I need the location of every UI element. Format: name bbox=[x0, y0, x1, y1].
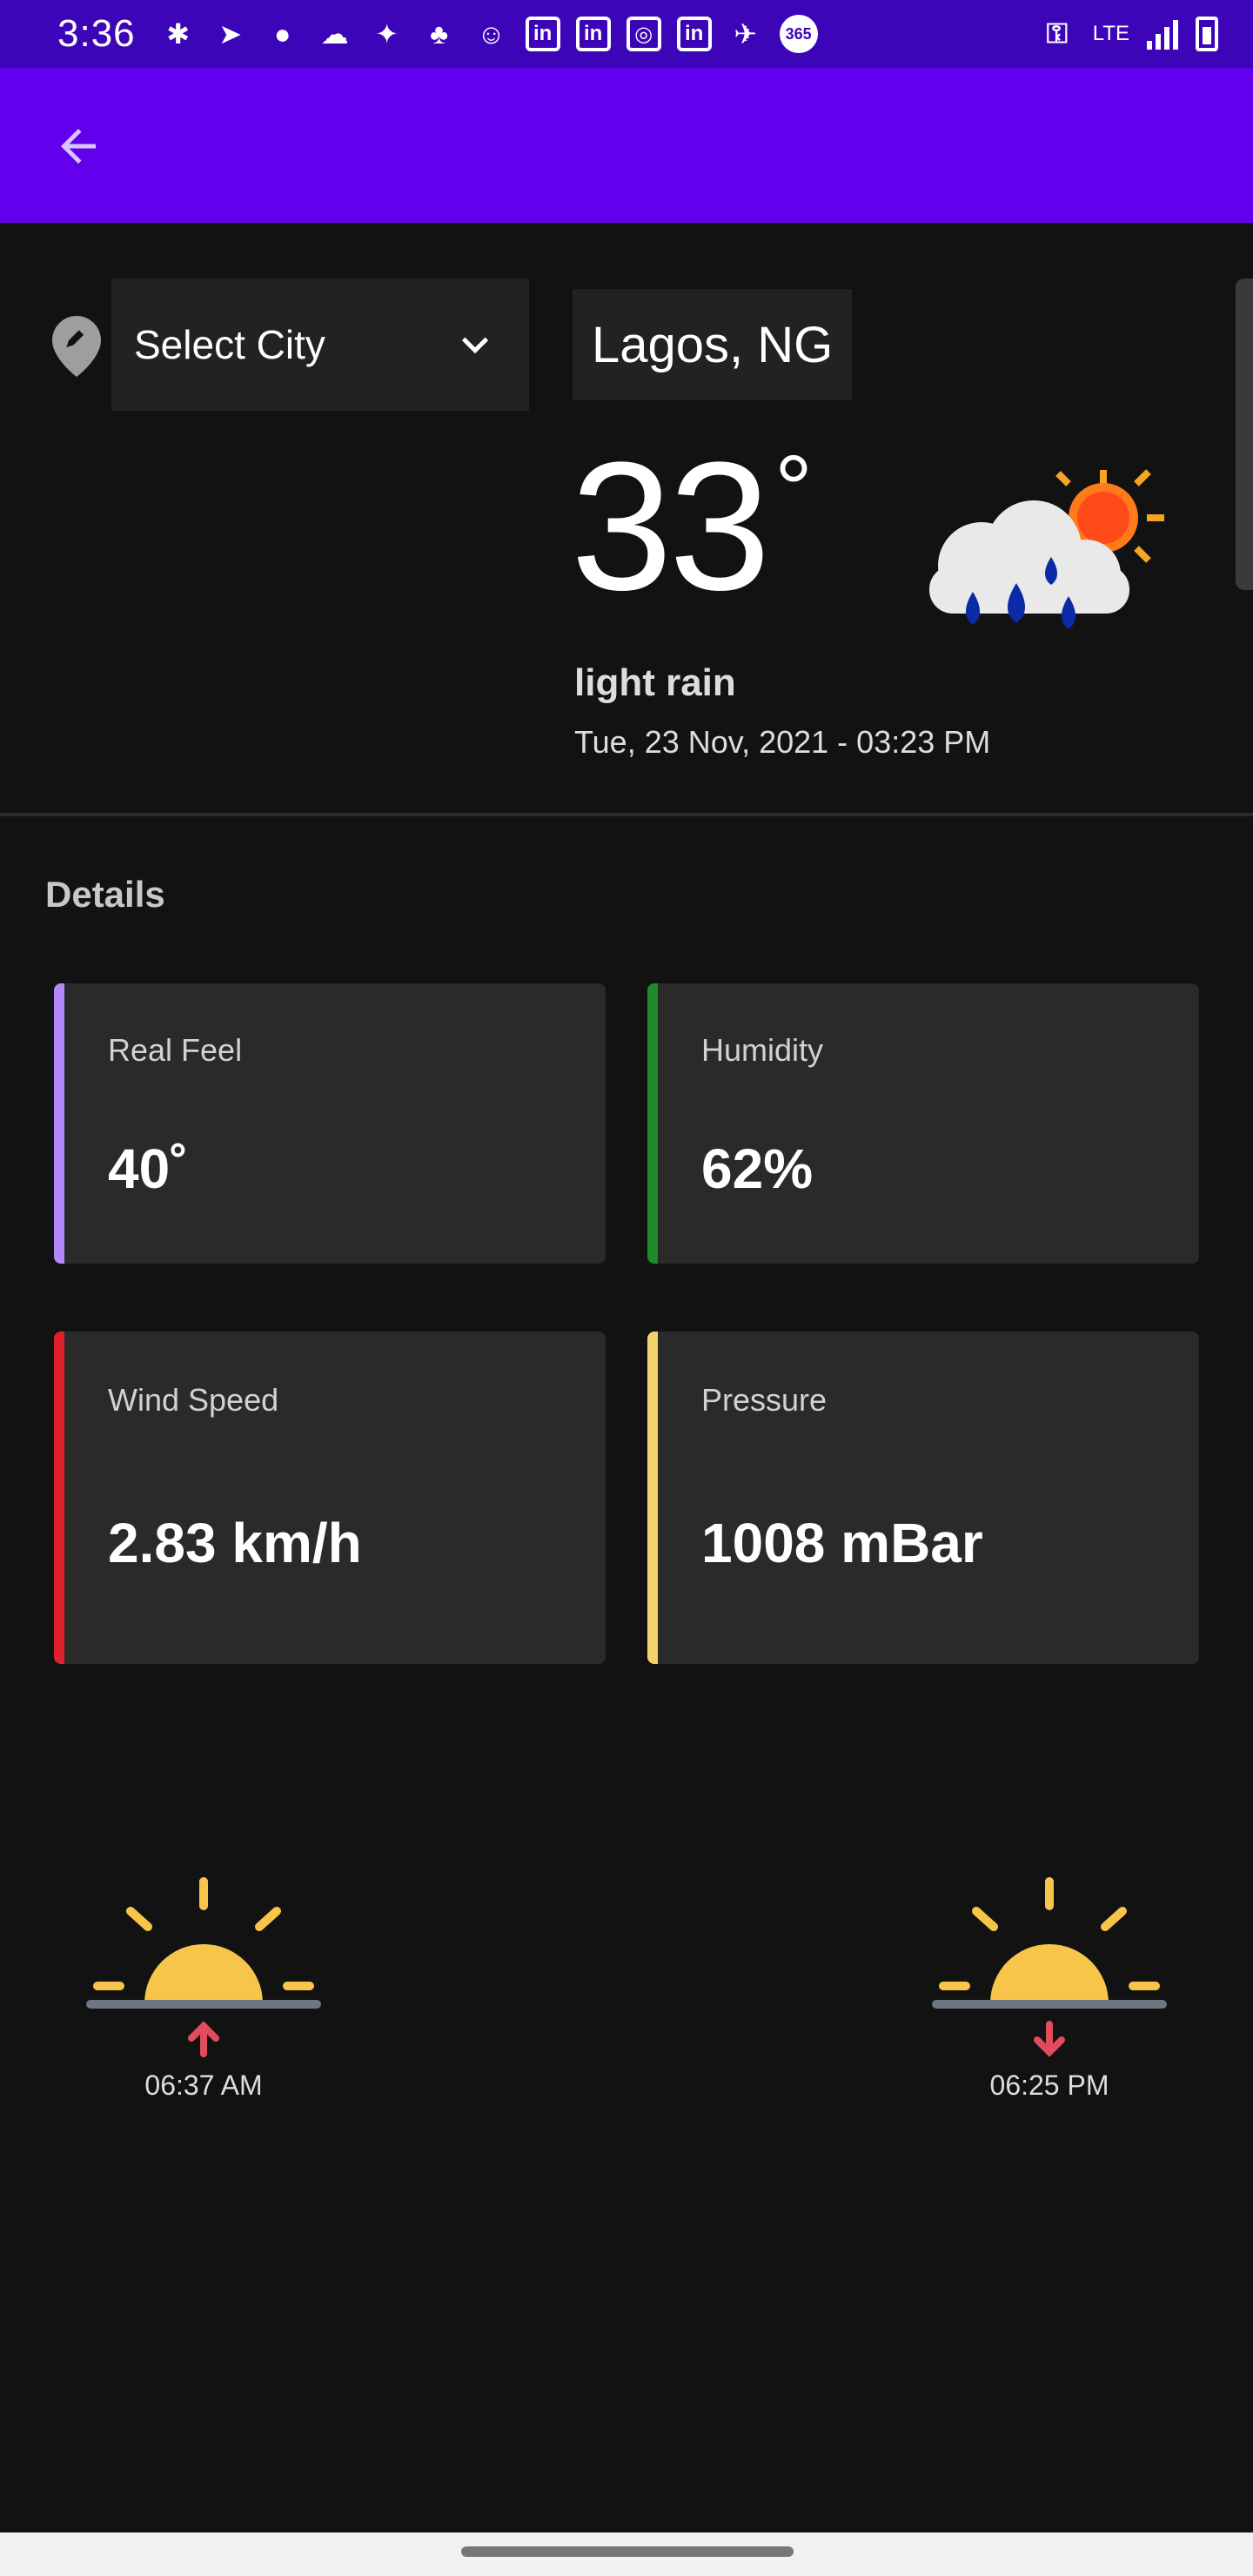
status-bar: 3:36 ✱ ➤ ● ☁ ✦ ♣ ☺ in in ◎ in ✈ 365 ⚿ LT… bbox=[0, 0, 1253, 68]
card-value: 40˚ bbox=[108, 1137, 189, 1200]
scrollbar[interactable] bbox=[1236, 278, 1253, 590]
weather-datetime: Tue, 23 Nov, 2021 - 03:23 PM bbox=[574, 724, 991, 760]
app-bar bbox=[0, 68, 1253, 223]
section-divider bbox=[0, 813, 1253, 816]
location-pin-icon bbox=[52, 316, 101, 377]
card-accent bbox=[647, 1332, 658, 1664]
details-heading: Details bbox=[45, 874, 165, 915]
back-button[interactable] bbox=[44, 111, 113, 181]
real-feel-card: Real Feel 40˚ bbox=[54, 983, 606, 1264]
vpn-key-icon: ⚿ bbox=[1046, 17, 1068, 49]
pressure-card: Pressure 1008 mBar bbox=[647, 1332, 1199, 1664]
arrow-left-icon bbox=[61, 129, 96, 164]
status-time: 3:36 bbox=[57, 12, 136, 55]
sunset-block: 06:25 PM bbox=[928, 1876, 1171, 2102]
person-add-icon: ☺ bbox=[477, 17, 506, 50]
humidity-card: Humidity 62% bbox=[647, 983, 1199, 1264]
sunset-time: 06:25 PM bbox=[989, 2070, 1109, 2101]
card-label: Humidity bbox=[701, 1032, 824, 1068]
city-select-label: Select City bbox=[134, 322, 325, 367]
temperature-unit: ° bbox=[774, 436, 813, 543]
battery-icon bbox=[1196, 17, 1218, 51]
slack-icon: ✱ bbox=[166, 18, 191, 50]
sunrise-block: 06:37 AM bbox=[82, 1876, 325, 2102]
instagram-icon: ◎ bbox=[626, 17, 661, 51]
home-indicator[interactable] bbox=[461, 2546, 794, 2557]
chat-icon: ☁ bbox=[320, 18, 349, 50]
card-value: 1008 mBar bbox=[701, 1512, 983, 1574]
city-select-dropdown[interactable]: Select City bbox=[111, 278, 529, 411]
card-label: Real Feel bbox=[108, 1032, 243, 1068]
linkedin-icon: in bbox=[575, 17, 611, 51]
weather-screen: 3:36 ✱ ➤ ● ☁ ✦ ♣ ☺ in in ◎ in ✈ 365 ⚿ LT… bbox=[0, 0, 1253, 2576]
system-icons: ⚿ LTE bbox=[1039, 17, 1218, 51]
fire-icon: ● bbox=[273, 17, 291, 50]
rain-cloud-sun-icon bbox=[929, 469, 1164, 629]
twitter-icon: ✦ bbox=[375, 18, 399, 50]
city-name: Lagos, NG bbox=[573, 289, 853, 400]
sunrise-time: 06:37 AM bbox=[144, 2070, 263, 2101]
sunset-icon bbox=[932, 1877, 1167, 2057]
lte-icon: LTE bbox=[1092, 22, 1129, 45]
card-value: 62% bbox=[701, 1137, 814, 1200]
temperature-value: 33 bbox=[571, 424, 771, 628]
sunrise-icon bbox=[86, 1877, 321, 2057]
signal-icon bbox=[1147, 18, 1178, 50]
telegram-icon: ➤ bbox=[218, 18, 243, 50]
linkedin-icon: in bbox=[525, 17, 560, 51]
365-icon: 365 bbox=[779, 15, 818, 53]
notification-icons: ✱ ➤ ● ☁ ✦ ♣ ☺ in in ◎ in ✈ 365 bbox=[160, 15, 818, 53]
weather-condition: light rain bbox=[574, 661, 736, 704]
card-accent bbox=[54, 1332, 64, 1664]
app-icon: ♣ bbox=[430, 17, 449, 50]
card-label: Wind Speed bbox=[108, 1382, 279, 1418]
card-accent bbox=[54, 983, 64, 1264]
rocket-icon: ✈ bbox=[734, 18, 758, 50]
chevron-down-icon bbox=[461, 337, 489, 354]
linkedin-icon: in bbox=[676, 17, 712, 51]
card-label: Pressure bbox=[701, 1382, 828, 1418]
card-accent bbox=[647, 983, 658, 1264]
card-value: 2.83 km/h bbox=[108, 1512, 362, 1574]
wind-speed-card: Wind Speed 2.83 km/h bbox=[54, 1332, 606, 1664]
navigation-bar bbox=[0, 2532, 1253, 2576]
